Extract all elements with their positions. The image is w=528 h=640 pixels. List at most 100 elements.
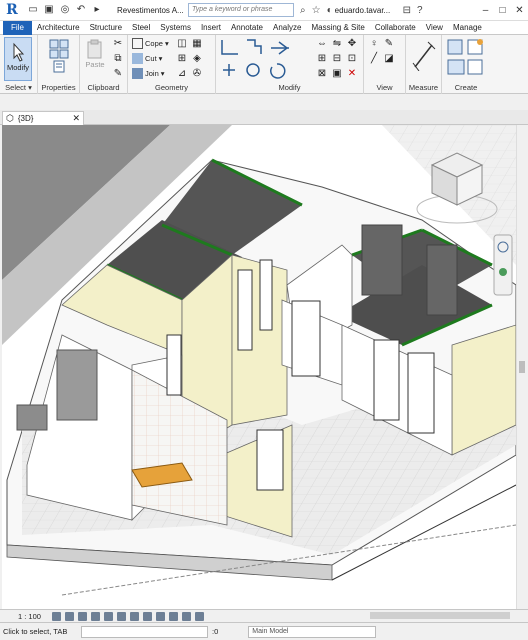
ribbon-tabs: File Architecture Structure Steel System… [0,20,528,35]
close-view-icon[interactable]: ✕ [72,113,80,124]
help-icon[interactable]: ? [417,5,423,16]
tab-architecture[interactable]: Architecture [32,21,85,35]
3d-view-icon: ⬡ [6,113,14,123]
cart-icon[interactable]: ⊟ [403,5,411,16]
revit-logo[interactable]: R [3,1,21,19]
user-icon[interactable]: ◐ [327,5,333,16]
tab-annotate[interactable]: Annotate [226,21,268,35]
vertical-scrollbar[interactable] [516,125,526,609]
undo-icon[interactable]: ↶ [75,4,87,16]
sun-path-icon[interactable] [78,611,87,621]
tab-systems[interactable]: Systems [155,21,196,35]
analytical-model-icon[interactable] [182,611,191,621]
align-icon[interactable]: ⇔ [316,38,328,50]
select-panel-label[interactable]: Select ▾ [0,83,37,92]
remove-paint-icon[interactable]: ✇ [191,68,203,80]
copy-icon[interactable]: ⧉ [112,53,124,65]
search-icon[interactable]: ⌕ [300,5,306,16]
view-panel-label: View [376,83,393,92]
modify-tools-icons[interactable] [219,38,299,86]
close-icon[interactable]: ✕ [511,5,528,16]
view-panel: ♀ ✎ ╱ ◪ View [364,35,406,94]
cope-button[interactable]: Cope ▾ [132,38,169,49]
maximize-icon[interactable]: □ [494,5,511,16]
visual-style-icon[interactable] [65,611,74,621]
tab-collaborate[interactable]: Collaborate [370,21,421,35]
vertical-scroll-thumb[interactable] [519,361,525,373]
modify-panel-label: Modify [278,83,301,92]
shadows-icon[interactable] [91,611,100,621]
3d-viewport[interactable] [2,125,516,609]
detail-level-icon[interactable] [52,611,61,621]
cut-geometry-button[interactable]: Cut ▾ [132,53,162,64]
user-name[interactable]: eduardo.tavar... [335,6,397,15]
demolish-icon[interactable]: ◈ [191,53,203,65]
properties-icon[interactable] [48,39,70,73]
linework-icon[interactable]: ╱ [368,53,380,65]
pin-icon[interactable]: ⊡ [346,53,358,65]
show-crop-icon[interactable] [130,611,139,621]
properties-panel: Properties [38,35,80,94]
mirror-icon[interactable]: ✥ [346,38,358,50]
beam-join-icon[interactable]: ⊿ [176,68,188,80]
minimize-icon[interactable]: – [477,5,494,16]
workset-field[interactable] [81,625,208,638]
building-model[interactable] [2,125,516,609]
override-icon[interactable]: ✎ [383,38,395,50]
document-title: Revestimentos A... [117,5,183,15]
sync-icon[interactable]: ◎ [59,4,71,16]
split-face-icon[interactable]: ◫ [176,38,188,50]
tab-insert[interactable]: Insert [196,21,226,35]
paint-icon[interactable]: ▦ [191,38,203,50]
render-icon[interactable] [104,611,113,621]
lock-3d-view-icon[interactable] [143,611,152,621]
model-selector[interactable]: Main Model [248,625,377,638]
tab-steel[interactable]: Steel [127,21,155,35]
tab-manage[interactable]: Manage [448,21,487,35]
status-bar: Click to select, TAB :0 Main Model [0,622,528,640]
cut-geometry-icon [132,53,143,64]
create-tools-icons[interactable] [446,38,486,78]
wall-joins-icon[interactable]: ⊞ [176,53,188,65]
split-icon[interactable]: ▣ [331,68,343,80]
create-panel-label: Create [454,83,478,92]
tab-3d-view[interactable]: ⬡ {3D} ✕ [2,111,84,125]
create-panel: Create [442,35,490,94]
cope-icon [132,38,143,49]
measure-icon[interactable] [412,41,436,71]
paint-brush-icon[interactable]: ◪ [383,53,395,65]
reveal-hidden-icon[interactable] [169,611,178,621]
unpin-icon[interactable]: ⊠ [316,68,328,80]
horizontal-scroll-thumb[interactable] [370,612,510,619]
cut-icon[interactable]: ✂ [112,38,124,50]
modify-button[interactable]: Modify [4,37,32,81]
open-icon[interactable]: ▭ [27,4,39,16]
join-button[interactable]: Join ▾ [132,68,165,79]
tab-structure[interactable]: Structure [85,21,127,35]
properties-panel-label[interactable]: Properties [38,83,79,92]
title-bar: R ▭ ▣ ◎ ↶ ▸ Revestimentos A... Type a ke… [0,0,528,21]
match-properties-icon[interactable]: ✎ [112,68,124,80]
search-input[interactable]: Type a keyword or phrase [188,3,294,17]
crop-view-icon[interactable] [117,611,126,621]
scale-icon[interactable]: ⊟ [331,53,343,65]
array-icon[interactable]: ⊞ [316,53,328,65]
hide-icon[interactable]: ♀ [368,38,380,50]
temporary-hide-icon[interactable] [156,611,165,621]
tab-view[interactable]: View [421,21,448,35]
delete-icon[interactable]: ✕ [346,68,358,80]
tab-file[interactable]: File [3,20,32,35]
highlight-displacement-icon[interactable] [195,611,204,621]
view-scale[interactable]: 1 : 100 [18,612,52,621]
star-icon[interactable]: ☆ [312,5,321,16]
offset-icon[interactable]: ⇋ [331,38,343,50]
tab-analyze[interactable]: Analyze [268,21,306,35]
navigation-bar[interactable] [493,234,513,296]
refrigerator [56,349,98,421]
paste-button[interactable]: Paste [84,38,106,69]
save-icon[interactable]: ▣ [43,4,55,16]
geometry-panel-label: Geometry [155,83,188,92]
tab-massing-site[interactable]: Massing & Site [306,21,369,35]
redo-icon[interactable]: ▸ [91,4,103,16]
quick-access-toolbar: ▭ ▣ ◎ ↶ ▸ [27,4,103,16]
